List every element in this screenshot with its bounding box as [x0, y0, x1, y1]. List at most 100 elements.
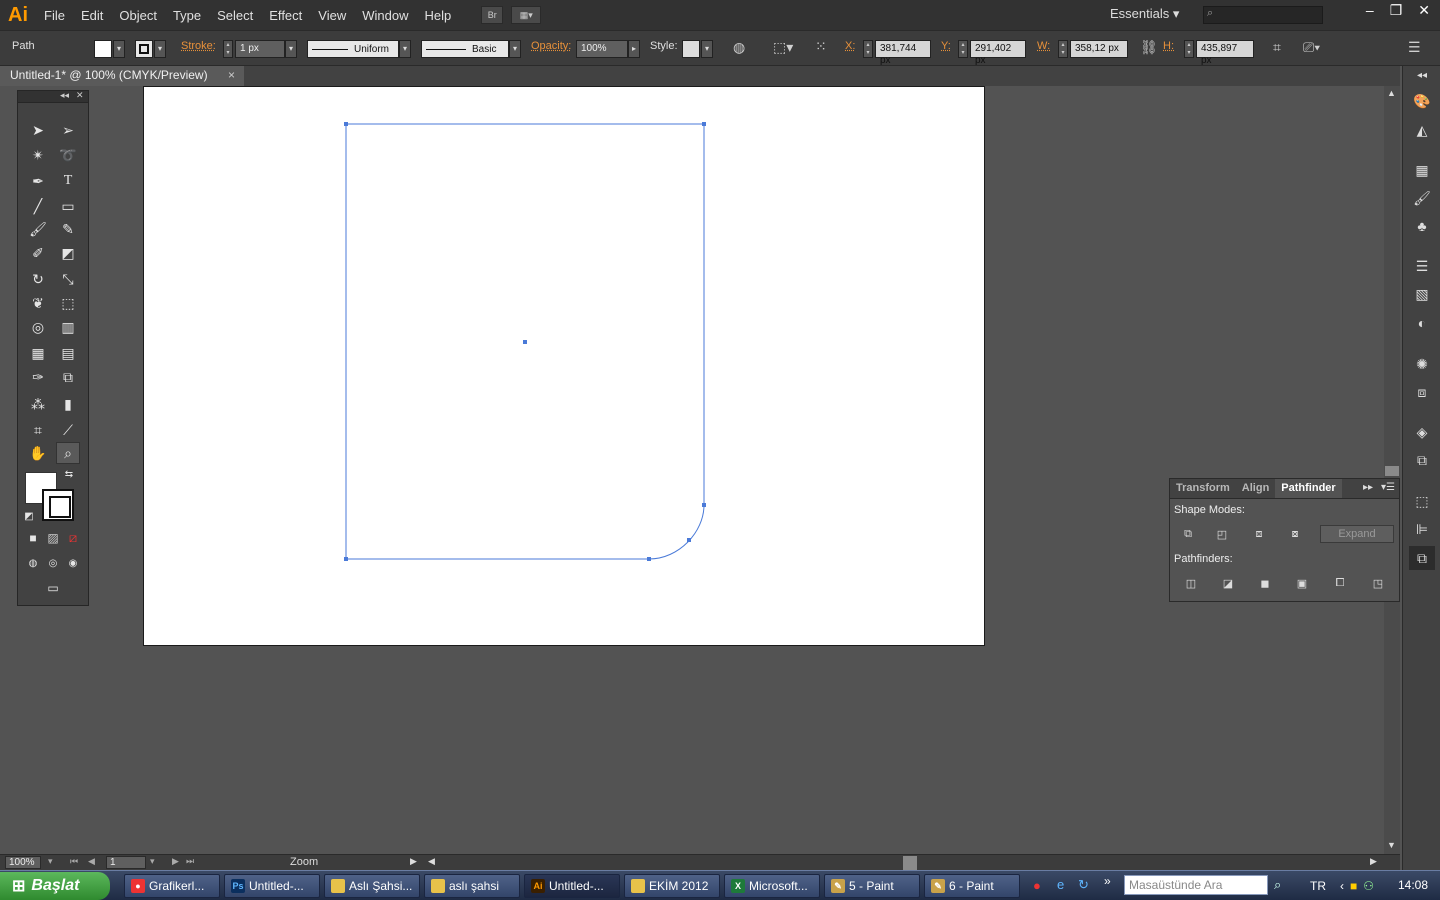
tray-app-icon[interactable]: ■ [1350, 879, 1357, 893]
menu-effect[interactable]: Effect [261, 8, 310, 23]
opacity-label[interactable]: Opacity: [531, 40, 571, 52]
gradient-mode-icon[interactable]: ▨ [43, 529, 63, 547]
column-graph-tool-icon[interactable]: ▮ [56, 393, 80, 415]
transform-options-icon[interactable]: ⎚▾ [1303, 39, 1320, 56]
transparency-panel-icon[interactable]: ◐ [1413, 314, 1431, 332]
x-field[interactable]: 381,744 px [875, 40, 931, 66]
brush-definition-dropdown[interactable]: ▾ [509, 40, 521, 58]
vertical-scroll-thumb[interactable] [1385, 466, 1399, 476]
minimize-button[interactable]: – [1366, 2, 1374, 19]
y-field[interactable]: 291,402 px [970, 40, 1026, 66]
workspace-switcher[interactable]: Essentials ▾ [1110, 6, 1179, 22]
taskbar-item[interactable]: Aslı Şahsi... [324, 874, 420, 898]
blob-brush-tool-icon[interactable]: ✐ [26, 242, 50, 264]
menu-view[interactable]: View [310, 8, 354, 23]
align-to-icon[interactable]: ⬚▾ [773, 39, 793, 56]
perspective-grid-tool-icon[interactable]: ▥ [56, 316, 80, 338]
color-panel-icon[interactable]: 🎨 [1413, 92, 1431, 110]
taskbar-item[interactable]: ✎ 5 - Paint [824, 874, 920, 898]
close-tab-icon[interactable]: × [228, 68, 235, 82]
first-artboard-icon[interactable]: ⏮ [70, 856, 78, 867]
graphic-style-dropdown[interactable]: ▾ [701, 40, 713, 58]
eyedropper-tool-icon[interactable]: ✑ [26, 366, 50, 388]
color-guide-icon[interactable]: ◭ [1413, 121, 1431, 139]
rectangle-tool-icon[interactable]: ▭ [56, 195, 80, 217]
stroke-weight-dropdown[interactable]: ▾ [285, 40, 297, 58]
type-tool-icon[interactable]: T [56, 170, 80, 192]
unite-icon[interactable]: ⧉ [1179, 525, 1197, 543]
restore-button[interactable]: ❐ [1390, 2, 1403, 19]
tab-align[interactable]: Align [1236, 479, 1276, 498]
default-fill-stroke-icon[interactable]: ◩ [22, 509, 36, 523]
symbol-sprayer-tool-icon[interactable]: ⁂ [26, 393, 50, 415]
tools-panel-header[interactable]: ◂◂ ✕ [18, 90, 88, 103]
fill-dropdown[interactable]: ▾ [113, 40, 125, 58]
horizontal-scroll-thumb[interactable] [903, 856, 917, 870]
status-menu-icon[interactable]: ▶ [410, 856, 417, 867]
hand-tool-icon[interactable]: ✋ [26, 442, 50, 464]
symbols-panel-icon[interactable]: ♣ [1413, 217, 1431, 235]
search-icon[interactable]: ⌕ [1274, 877, 1281, 893]
merge-icon[interactable]: ◼ [1256, 574, 1274, 592]
none-mode-icon[interactable]: ⧄ [63, 529, 83, 547]
clock[interactable]: 14:08 [1398, 878, 1428, 892]
x-stepper[interactable]: ▴ ▾ [863, 40, 873, 58]
direct-selection-tool-icon[interactable]: ➢ [56, 119, 80, 141]
artboards-panel-icon[interactable]: ⧉ [1413, 451, 1431, 469]
control-panel-menu-icon[interactable]: ☰ [1408, 39, 1421, 56]
previous-artboard-icon[interactable]: ◀ [88, 856, 95, 867]
opacity-dropdown[interactable]: ▸ [628, 40, 640, 58]
close-window-button[interactable]: ✕ [1418, 2, 1430, 19]
stroke-color-dropdown[interactable]: ▾ [154, 40, 166, 58]
paintbrush-tool-icon[interactable]: 🖌 [26, 218, 50, 240]
arrange-documents-icon[interactable]: ▦▾ [511, 6, 542, 24]
free-transform-tool-icon[interactable]: ⬚ [56, 292, 80, 314]
y-stepper[interactable]: ▴ ▾ [958, 40, 968, 58]
taskbar-item[interactable]: ● Grafikerl... [124, 874, 220, 898]
zoom-level-field[interactable]: 100% [5, 856, 41, 869]
zoom-tool-icon[interactable]: ⌕ [56, 442, 80, 464]
blend-tool-icon[interactable]: ⧉ [56, 366, 80, 388]
panel-collapse-icon[interactable]: ▸▸ [1363, 482, 1373, 493]
artboard-dropdown-icon[interactable]: ▾ [150, 856, 155, 867]
language-indicator[interactable]: TR [1310, 879, 1326, 893]
vertical-scrollbar[interactable]: ▲ ▼ [1384, 86, 1400, 854]
crop-icon[interactable]: ▣ [1293, 574, 1311, 592]
menu-type[interactable]: Type [165, 8, 209, 23]
refresh-quicklaunch-icon[interactable]: ↻ [1078, 877, 1089, 893]
appearance-panel-icon[interactable]: ✺ [1413, 355, 1431, 373]
quicklaunch-overflow-icon[interactable]: » [1104, 874, 1111, 888]
document-tab[interactable]: Untitled-1* @ 100% (CMYK/Preview) [0, 66, 244, 86]
h-stepper[interactable]: ▴ ▾ [1184, 40, 1194, 58]
panel-menu-icon[interactable]: ▾☰ [1381, 482, 1395, 493]
stroke-label[interactable]: Stroke: [181, 40, 216, 52]
graphic-styles-panel-icon[interactable]: ⧈ [1413, 383, 1431, 401]
isolate-group-icon[interactable]: ⌗ [1273, 39, 1281, 56]
expand-button[interactable]: Expand [1320, 525, 1394, 543]
selected-path[interactable] [144, 87, 986, 647]
minus-front-icon[interactable]: ◰ [1213, 525, 1231, 543]
align-panel-icon[interactable]: ⊫ [1413, 520, 1431, 538]
next-artboard-icon[interactable]: ▶ [172, 856, 179, 867]
gradient-panel-icon[interactable]: ▧ [1413, 285, 1431, 303]
shape-builder-tool-icon[interactable]: ◎ [26, 316, 50, 338]
minus-back-icon[interactable]: ◳ [1369, 574, 1387, 592]
divide-icon[interactable]: ◫ [1182, 574, 1200, 592]
warp-tool-icon[interactable]: ❦ [26, 292, 50, 314]
taskbar-item-active[interactable]: Ai Untitled-... [524, 874, 620, 898]
menu-edit[interactable]: Edit [73, 8, 111, 23]
screen-mode-icon[interactable]: ▭ [40, 579, 66, 597]
artboard-number-field[interactable]: 1 [106, 856, 146, 869]
dock-expand-icon[interactable]: ◂◂ [1413, 66, 1431, 84]
draw-inside-icon[interactable]: ◉ [63, 554, 83, 572]
eraser-tool-icon[interactable]: ◩ [56, 242, 80, 264]
stroke-swatch[interactable] [42, 489, 74, 521]
draw-normal-icon[interactable]: ◍ [23, 554, 43, 572]
w-field[interactable]: 358,12 px [1070, 40, 1128, 58]
fill-color-swatch[interactable] [94, 40, 112, 58]
stroke-color-swatch[interactable] [135, 40, 153, 58]
pencil-tool-icon[interactable]: ✎ [56, 218, 80, 240]
start-button[interactable]: ⊞ Başlat [0, 872, 110, 900]
transform-panel-icon[interactable]: ⬚ [1413, 492, 1431, 510]
last-artboard-icon[interactable]: ⏭ [186, 856, 194, 867]
